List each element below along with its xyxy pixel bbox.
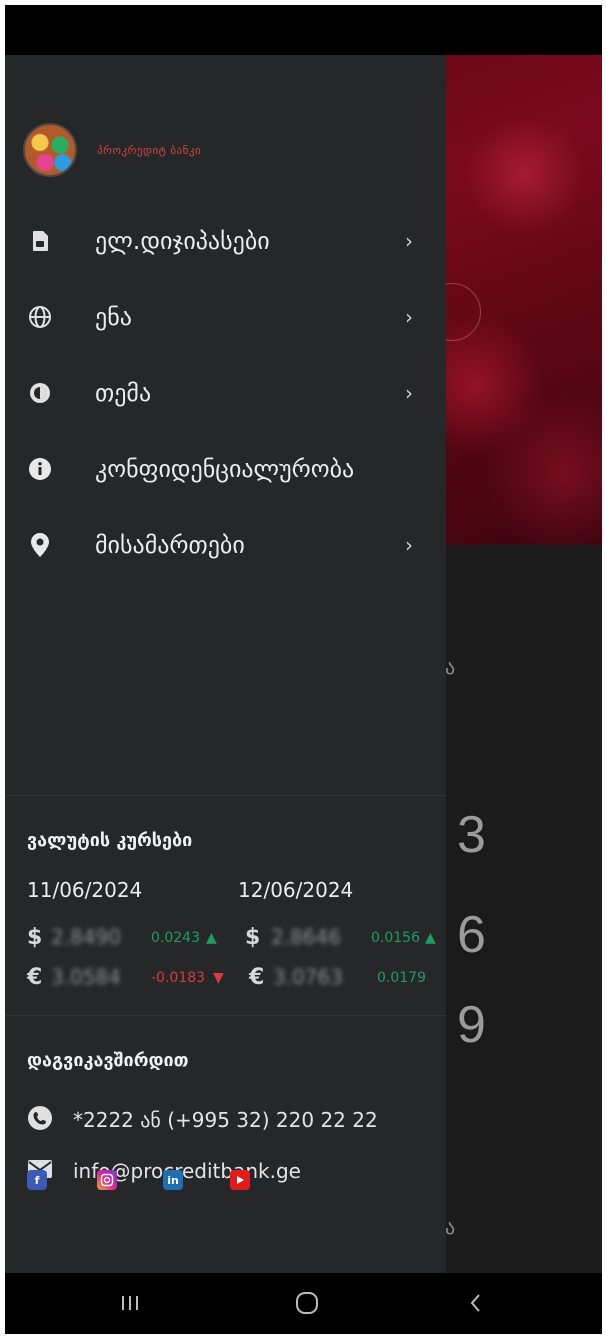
sim-card-icon bbox=[27, 228, 53, 254]
chevron-right-icon: › bbox=[405, 381, 413, 405]
rate-change: 0.0156 bbox=[371, 930, 420, 946]
rate-value: 3.0763 bbox=[273, 965, 343, 989]
rate-change: 0.0179 bbox=[377, 970, 426, 986]
rate-row-eur: € 3.0584 -0.0183 ▼ € 3.0763 0.0179 bbox=[27, 965, 457, 993]
chevron-right-icon: › bbox=[405, 305, 413, 329]
currency-symbol: $ bbox=[245, 925, 261, 950]
linkedin-icon[interactable]: in bbox=[163, 1170, 183, 1190]
youtube-icon[interactable] bbox=[230, 1170, 250, 1190]
currency-symbol: $ bbox=[27, 925, 43, 950]
rate-value: 2.8646 bbox=[271, 925, 341, 949]
contrast-icon bbox=[27, 380, 53, 406]
arrow-up-icon: ▲ bbox=[425, 930, 436, 946]
phone-screen: ა 3 6 9 ა პროკრედიტ ბანკი ელ.დიჯიპასები … bbox=[5, 5, 602, 1334]
bank-logo bbox=[23, 123, 77, 177]
brand-name: პროკრედიტ ბანკი bbox=[97, 143, 202, 157]
arrow-up-icon: ▲ bbox=[206, 930, 217, 946]
bg-text-fragment: ა bbox=[445, 655, 456, 679]
menu-item-addresses[interactable]: მისამართები › bbox=[5, 517, 446, 573]
menu-label: ელ.დიჯიპასები bbox=[95, 227, 270, 255]
contact-phone[interactable]: *2222 ან (+995 32) 220 22 22 bbox=[27, 1105, 378, 1135]
keypad-number: 3 bbox=[457, 806, 486, 864]
rate-value: 3.0584 bbox=[51, 965, 121, 989]
divider bbox=[5, 1015, 446, 1016]
menu-item-theme[interactable]: თემა › bbox=[5, 365, 446, 421]
phone-number: *2222 ან (+995 32) 220 22 22 bbox=[73, 1108, 378, 1132]
brand-header: პროკრედიტ ბანკი bbox=[23, 123, 201, 177]
menu-item-digipass[interactable]: ელ.დიჯიპასები › bbox=[5, 213, 446, 269]
system-navigation-bar bbox=[5, 1273, 602, 1334]
menu-label: მისამართები bbox=[95, 531, 245, 559]
info-icon bbox=[27, 456, 53, 482]
phone-icon bbox=[27, 1105, 53, 1135]
navigation-drawer: პროკრედიტ ბანკი ელ.დიჯიპასები › ენა › თე… bbox=[5, 55, 446, 1273]
currency-symbol: € bbox=[249, 965, 265, 990]
location-pin-icon bbox=[27, 532, 53, 558]
menu-label: ენა bbox=[95, 303, 132, 331]
menu-label: თემა bbox=[95, 379, 152, 407]
menu-item-language[interactable]: ენა › bbox=[5, 289, 446, 345]
recent-apps-button[interactable] bbox=[100, 1283, 160, 1323]
contact-title: დაგვიკავშირდით bbox=[27, 1050, 189, 1071]
rates-title: ვალუტის კურსები bbox=[27, 830, 193, 851]
rate-row-usd: $ 2.8490 0.0243 ▲ $ 2.8646 0.0156 ▲ bbox=[27, 925, 457, 953]
facebook-icon[interactable]: f bbox=[27, 1170, 47, 1190]
keypad-number: 9 bbox=[457, 996, 486, 1054]
arrow-down-icon: ▼ bbox=[213, 970, 224, 986]
instagram-icon[interactable] bbox=[97, 1170, 117, 1190]
rate-change: 0.0243 bbox=[151, 930, 200, 946]
status-bar bbox=[5, 5, 602, 55]
menu-item-privacy[interactable]: კონფიდენციალურობა bbox=[5, 441, 446, 497]
rate-value: 2.8490 bbox=[51, 925, 121, 949]
keypad-number: 6 bbox=[457, 906, 486, 964]
chevron-right-icon: › bbox=[405, 533, 413, 557]
currency-symbol: € bbox=[27, 965, 43, 990]
bg-text-fragment: ა bbox=[445, 1215, 456, 1239]
back-button[interactable] bbox=[445, 1283, 505, 1323]
menu-label: კონფიდენციალურობა bbox=[95, 455, 355, 483]
home-button[interactable] bbox=[277, 1283, 337, 1323]
rates-date-current: 12/06/2024 bbox=[238, 878, 354, 902]
rate-change: -0.0183 bbox=[151, 970, 206, 986]
chevron-right-icon: › bbox=[405, 229, 413, 253]
divider bbox=[5, 795, 446, 796]
rates-date-previous: 11/06/2024 bbox=[27, 878, 143, 902]
globe-icon bbox=[27, 304, 53, 330]
